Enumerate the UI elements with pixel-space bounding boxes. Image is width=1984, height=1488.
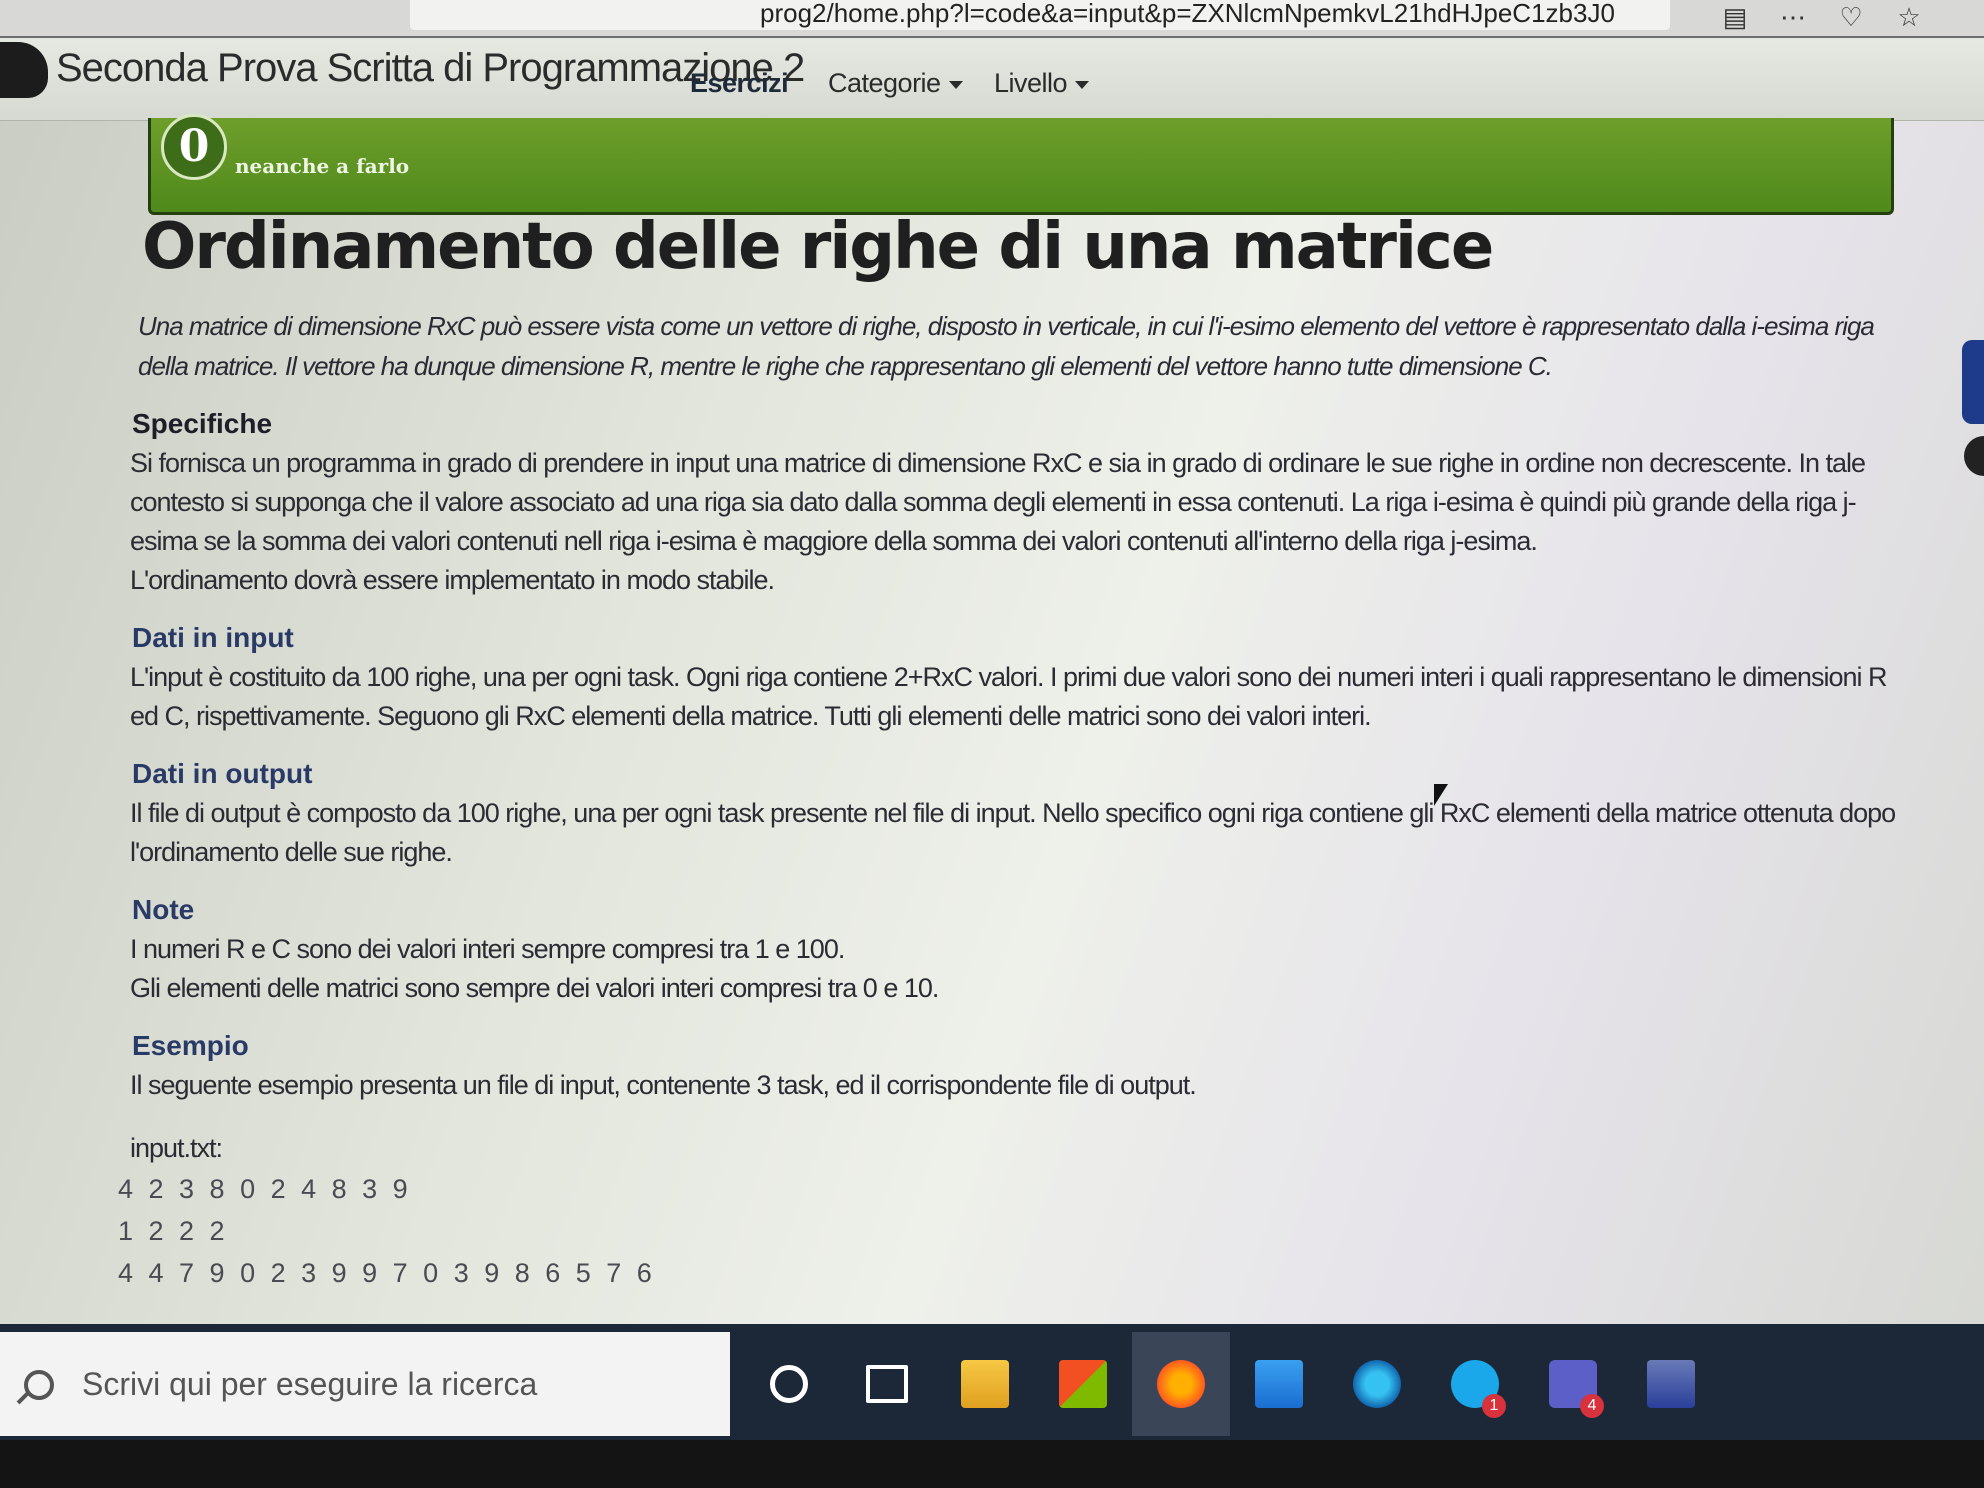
nav-link-label: Esercizi bbox=[690, 68, 789, 98]
specifiche-text: Si fornisca un programma in grado di pre… bbox=[130, 448, 1866, 556]
firefox-button[interactable] bbox=[1132, 1332, 1230, 1436]
taskbar: Scrivi qui per eseguire la ricerca 1 4 bbox=[0, 1324, 1984, 1440]
url-bar[interactable]: prog2/home.php?l=code&a=input&p=ZXNlcmNp… bbox=[410, 0, 1670, 30]
browser-toolbar: prog2/home.php?l=code&a=input&p=ZXNlcmNp… bbox=[0, 0, 1984, 38]
search-icon bbox=[24, 1370, 54, 1400]
reader-icon[interactable]: ▤ bbox=[1720, 2, 1750, 32]
section-heading-input: Dati in input bbox=[132, 622, 294, 653]
devc-button[interactable] bbox=[1622, 1332, 1720, 1436]
edge-button[interactable] bbox=[1328, 1332, 1426, 1436]
example-input-line: 4 2 3 8 0 2 4 8 3 9 bbox=[118, 1174, 412, 1204]
notification-badge: 1 bbox=[1482, 1394, 1506, 1418]
taskbar-search[interactable]: Scrivi qui per eseguire la ricerca bbox=[0, 1332, 730, 1436]
level-label: neanche a farlo bbox=[235, 154, 410, 178]
nav-link-categorie[interactable]: Categorie bbox=[828, 68, 963, 99]
more-icon[interactable]: ⋯ bbox=[1778, 2, 1808, 32]
page-title: Ordinamento delle righe di una matrice bbox=[142, 210, 1494, 284]
site-navbar: Seconda Prova Scritta di Programmazione … bbox=[0, 38, 1984, 121]
notification-badge: 4 bbox=[1580, 1394, 1604, 1418]
section-heading-note: Note bbox=[132, 894, 195, 925]
chevron-down-icon bbox=[1075, 80, 1090, 89]
search-placeholder: Scrivi qui per eseguire la ricerca bbox=[82, 1366, 538, 1402]
mouse-cursor bbox=[1434, 784, 1448, 806]
side-panel-tab[interactable] bbox=[1962, 340, 1984, 424]
specifiche-stability-text: L'ordinamento dovrà essere implementato … bbox=[130, 565, 775, 595]
example-input-line: 4 4 7 9 0 2 3 9 9 7 0 3 9 8 6 5 7 6 bbox=[118, 1258, 656, 1288]
esempio-text: Il seguente esempio presenta un file di … bbox=[130, 1070, 1197, 1100]
note-line: Gli elementi delle matrici sono sempre d… bbox=[130, 973, 939, 1003]
file-explorer-button[interactable] bbox=[936, 1332, 1034, 1436]
cortana-icon bbox=[770, 1365, 808, 1403]
nav-link-label: Livello bbox=[994, 68, 1068, 98]
site-logo[interactable] bbox=[0, 42, 48, 98]
side-panel-handle[interactable] bbox=[1964, 436, 1984, 476]
teams-button[interactable]: 4 bbox=[1524, 1332, 1622, 1436]
browser-toolbar-icons: ▤ ⋯ ♡ ☆ bbox=[1720, 2, 1924, 32]
exercise-content: Ordinamento delle righe di una matrice U… bbox=[118, 210, 1898, 1294]
section-heading-esempio: Esempio bbox=[132, 1030, 249, 1061]
edge-icon bbox=[1353, 1360, 1401, 1408]
section-heading-output: Dati in output bbox=[132, 758, 313, 789]
nav-link-livello[interactable]: Livello bbox=[994, 68, 1090, 99]
nav-link-esercizi[interactable]: Esercizi bbox=[690, 68, 789, 99]
task-view-button[interactable] bbox=[838, 1332, 936, 1436]
cortana-button[interactable] bbox=[740, 1332, 838, 1436]
store-icon bbox=[1059, 1360, 1107, 1408]
monitor-bezel bbox=[0, 1440, 1984, 1488]
task-view-icon bbox=[866, 1365, 908, 1403]
mail-icon bbox=[1255, 1360, 1303, 1408]
taskbar-apps: 1 4 bbox=[740, 1332, 1720, 1436]
devc-icon bbox=[1647, 1360, 1695, 1408]
output-text: Il file di output è composto da 100 righ… bbox=[130, 798, 1896, 867]
section-heading-specifiche: Specifiche bbox=[132, 408, 273, 439]
note-line: I numeri R e C sono dei valori interi se… bbox=[130, 934, 845, 964]
mail-button[interactable] bbox=[1230, 1332, 1328, 1436]
file-explorer-icon bbox=[961, 1360, 1009, 1408]
firefox-icon bbox=[1157, 1360, 1205, 1408]
store-button[interactable] bbox=[1034, 1332, 1132, 1436]
nav-link-label: Categorie bbox=[828, 68, 941, 98]
input-text: L'input è costituito da 100 righe, una p… bbox=[130, 662, 1887, 731]
star-icon[interactable]: ☆ bbox=[1894, 2, 1924, 32]
skype-button[interactable]: 1 bbox=[1426, 1332, 1524, 1436]
chevron-down-icon bbox=[948, 80, 963, 89]
screen: prog2/home.php?l=code&a=input&p=ZXNlcmNp… bbox=[0, 0, 1984, 1440]
example-file-label: input.txt: bbox=[130, 1133, 223, 1163]
pocket-icon[interactable]: ♡ bbox=[1836, 2, 1866, 32]
exercise-intro: Una matrice di dimensione RxC può essere… bbox=[138, 311, 1875, 381]
example-input-line: 1 2 2 2 bbox=[118, 1216, 229, 1246]
level-number: 0 bbox=[161, 114, 227, 180]
level-banner: 0 neanche a farlo bbox=[148, 114, 1894, 215]
